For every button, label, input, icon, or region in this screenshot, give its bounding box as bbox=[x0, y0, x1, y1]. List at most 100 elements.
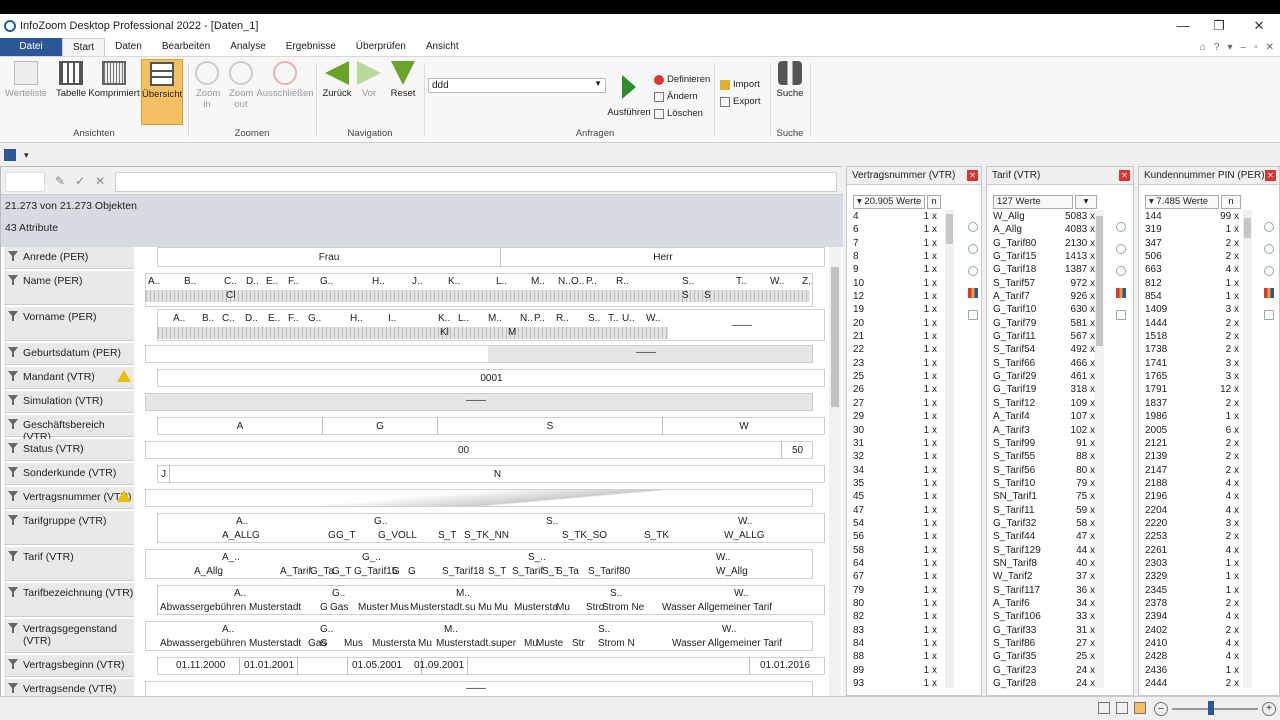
filter-icon[interactable] bbox=[8, 395, 18, 405]
werteliste-button[interactable]: Werteliste bbox=[4, 61, 48, 99]
zoom-out-icon[interactable] bbox=[1264, 244, 1274, 254]
filter-icon[interactable] bbox=[8, 419, 18, 429]
filter-icon[interactable] bbox=[8, 551, 18, 561]
list-item[interactable]: 2121 2 x bbox=[1145, 437, 1239, 450]
filter-icon[interactable] bbox=[8, 251, 18, 261]
tab-datei[interactable]: Datei bbox=[0, 38, 62, 56]
list-item[interactable]: A_Tarif4 107 x bbox=[993, 410, 1095, 423]
ausfuehren-button[interactable]: Ausführen bbox=[606, 75, 652, 118]
komprimiert-button[interactable]: Komprimiert bbox=[88, 61, 140, 99]
attribute-label[interactable]: Geschäftsbereich (VTR) bbox=[4, 415, 134, 443]
chart-icon[interactable] bbox=[1116, 288, 1126, 298]
attribute-label[interactable]: Anrede (PER) bbox=[4, 247, 134, 269]
list-item[interactable]: G_Tarif10 630 x bbox=[993, 303, 1095, 316]
zoom-in-status-icon[interactable]: + bbox=[1262, 702, 1276, 716]
count-header[interactable]: n bbox=[1221, 195, 1241, 209]
list-item[interactable]: 2378 2 x bbox=[1145, 597, 1239, 610]
list-item[interactable]: 1738 2 x bbox=[1145, 343, 1239, 356]
zoom-in-icon[interactable] bbox=[1116, 266, 1126, 276]
list-item[interactable]: 56 1 x bbox=[853, 530, 937, 543]
tarif-bar[interactable]: A_.. G_.. S_.. W.. A_Allg A_Tarif G_Ta G_T G_Tar… bbox=[145, 549, 813, 579]
list-item[interactable]: 2253 2 x bbox=[1145, 530, 1239, 543]
list-item[interactable]: 2303 1 x bbox=[1145, 557, 1239, 570]
list-item[interactable]: 12 1 x bbox=[853, 290, 937, 303]
list-item[interactable]: G_Tarif11 567 x bbox=[993, 330, 1095, 343]
filter-icon[interactable] bbox=[8, 371, 18, 381]
list-item[interactable]: 88 1 x bbox=[853, 650, 937, 663]
definieren-button[interactable]: Definieren bbox=[654, 74, 710, 85]
attribute-label[interactable]: Tarifbezeichnung (VTR) bbox=[4, 583, 134, 617]
sonderkunde-bar[interactable]: JN bbox=[157, 465, 825, 483]
list-item[interactable]: 854 1 x bbox=[1145, 290, 1239, 303]
list-item[interactable]: G_Tarif18 1387 x bbox=[993, 263, 1095, 276]
list-item[interactable]: 2005 6 x bbox=[1145, 424, 1239, 437]
status-bar-attr[interactable]: 00 50 bbox=[145, 441, 813, 459]
tab-bearbeiten[interactable]: Bearbeiten bbox=[152, 38, 220, 56]
list-item[interactable]: 34 1 x bbox=[853, 464, 937, 477]
list-item[interactable]: 1518 2 x bbox=[1145, 330, 1239, 343]
list-item[interactable]: 2196 4 x bbox=[1145, 490, 1239, 503]
list-item[interactable]: 83 1 x bbox=[853, 624, 937, 637]
edit-input[interactable] bbox=[115, 172, 837, 192]
list-item[interactable]: 80 1 x bbox=[853, 597, 937, 610]
panel-close-button[interactable]: ✕ bbox=[1119, 170, 1130, 181]
list-item[interactable]: S_Tarif86 27 x bbox=[993, 637, 1095, 650]
filter-icon[interactable] bbox=[8, 467, 18, 477]
aendern-button[interactable]: Ändern bbox=[654, 91, 698, 102]
list-item[interactable]: 1986 1 x bbox=[1145, 410, 1239, 423]
list-item[interactable]: S_Tarif99 91 x bbox=[993, 437, 1095, 450]
list-item[interactable]: G_Tarif33 31 x bbox=[993, 624, 1095, 637]
attribute-label[interactable]: Vertragsende (VTR) bbox=[4, 679, 134, 697]
list-item[interactable]: 2444 2 x bbox=[1145, 677, 1239, 690]
value-segment[interactable]: 0001 bbox=[158, 370, 824, 386]
list-item[interactable]: S_Tarif11 59 x bbox=[993, 504, 1095, 517]
simulation-bar[interactable]: —— bbox=[145, 393, 813, 411]
list-item[interactable]: 35 1 x bbox=[853, 477, 937, 490]
value-segment[interactable] bbox=[468, 658, 750, 674]
query-select[interactable]: ddd ▼ bbox=[428, 78, 606, 93]
value-segment[interactable]: 00 bbox=[146, 442, 782, 458]
tab-ansicht[interactable]: Ansicht bbox=[416, 38, 469, 56]
list-item[interactable]: G_Tarif35 25 x bbox=[993, 650, 1095, 663]
list-item[interactable]: S_Tarif44 47 x bbox=[993, 530, 1095, 543]
cancel-icon[interactable]: ✕ bbox=[95, 174, 105, 188]
list-item[interactable]: W_Tarif2 37 x bbox=[993, 570, 1095, 583]
anrede-bar[interactable]: Frau Herr bbox=[157, 247, 825, 267]
view-compressed-icon[interactable] bbox=[1116, 702, 1128, 714]
view-table-icon[interactable] bbox=[1098, 702, 1110, 714]
close-window-button[interactable]: ✕ bbox=[1239, 14, 1279, 38]
list-item[interactable]: 7 1 x bbox=[853, 237, 937, 250]
import-button[interactable]: Import bbox=[720, 79, 760, 90]
panel-scrollbar[interactable] bbox=[1095, 210, 1104, 688]
list-item[interactable]: 67 1 x bbox=[853, 570, 937, 583]
list-item[interactable]: 1409 3 x bbox=[1145, 303, 1239, 316]
tab-ergebnisse[interactable]: Ergebnisse bbox=[276, 38, 346, 56]
filter-icon[interactable] bbox=[8, 311, 18, 321]
name-bar[interactable]: A.. B.. C.. D.. E.. F.. G.. H.. J.. K.. L.. M.. N.. O… bbox=[145, 273, 813, 307]
list-item[interactable]: 144 99 x bbox=[1145, 210, 1239, 223]
list-item[interactable]: 2147 2 x bbox=[1145, 464, 1239, 477]
maximize-button[interactable]: ❐ bbox=[1199, 14, 1239, 38]
zoom-in-icon[interactable] bbox=[968, 266, 978, 276]
list-item[interactable]: G_Tarif28 24 x bbox=[993, 677, 1095, 690]
value-segment[interactable]: A bbox=[158, 418, 323, 434]
zurueck-button[interactable]: Zurück bbox=[320, 61, 354, 99]
zoom-in-button[interactable]: Zoom in bbox=[192, 61, 222, 110]
vor-button[interactable]: Vor bbox=[354, 61, 384, 99]
vertragsnummer-bar[interactable] bbox=[145, 489, 813, 507]
vertragsbeginn-bar[interactable]: 01.11.2000 01.01.2001 01.05.2001 01.09.2001… bbox=[157, 657, 825, 675]
list-item[interactable]: 6 1 x bbox=[853, 223, 937, 236]
doc-minimize-button[interactable]: – bbox=[1241, 42, 1247, 53]
list-item[interactable]: S_Tarif66 466 x bbox=[993, 357, 1095, 370]
list-item[interactable]: 89 1 x bbox=[853, 664, 937, 677]
list-item[interactable]: S_Tarif54 492 x bbox=[993, 343, 1095, 356]
list-item[interactable]: S_Tarif117 36 x bbox=[993, 584, 1095, 597]
scroll-thumb[interactable] bbox=[946, 214, 953, 244]
list-item[interactable]: 54 1 x bbox=[853, 517, 937, 530]
panel-close-button[interactable]: ✕ bbox=[967, 170, 978, 181]
vertragsnummer-gradient[interactable] bbox=[146, 490, 812, 506]
list-item[interactable]: 25 1 x bbox=[853, 370, 937, 383]
uebersicht-button[interactable]: Übersicht bbox=[141, 59, 183, 125]
table-icon[interactable] bbox=[968, 310, 978, 320]
attribute-label[interactable]: Mandant (VTR) bbox=[4, 367, 134, 389]
